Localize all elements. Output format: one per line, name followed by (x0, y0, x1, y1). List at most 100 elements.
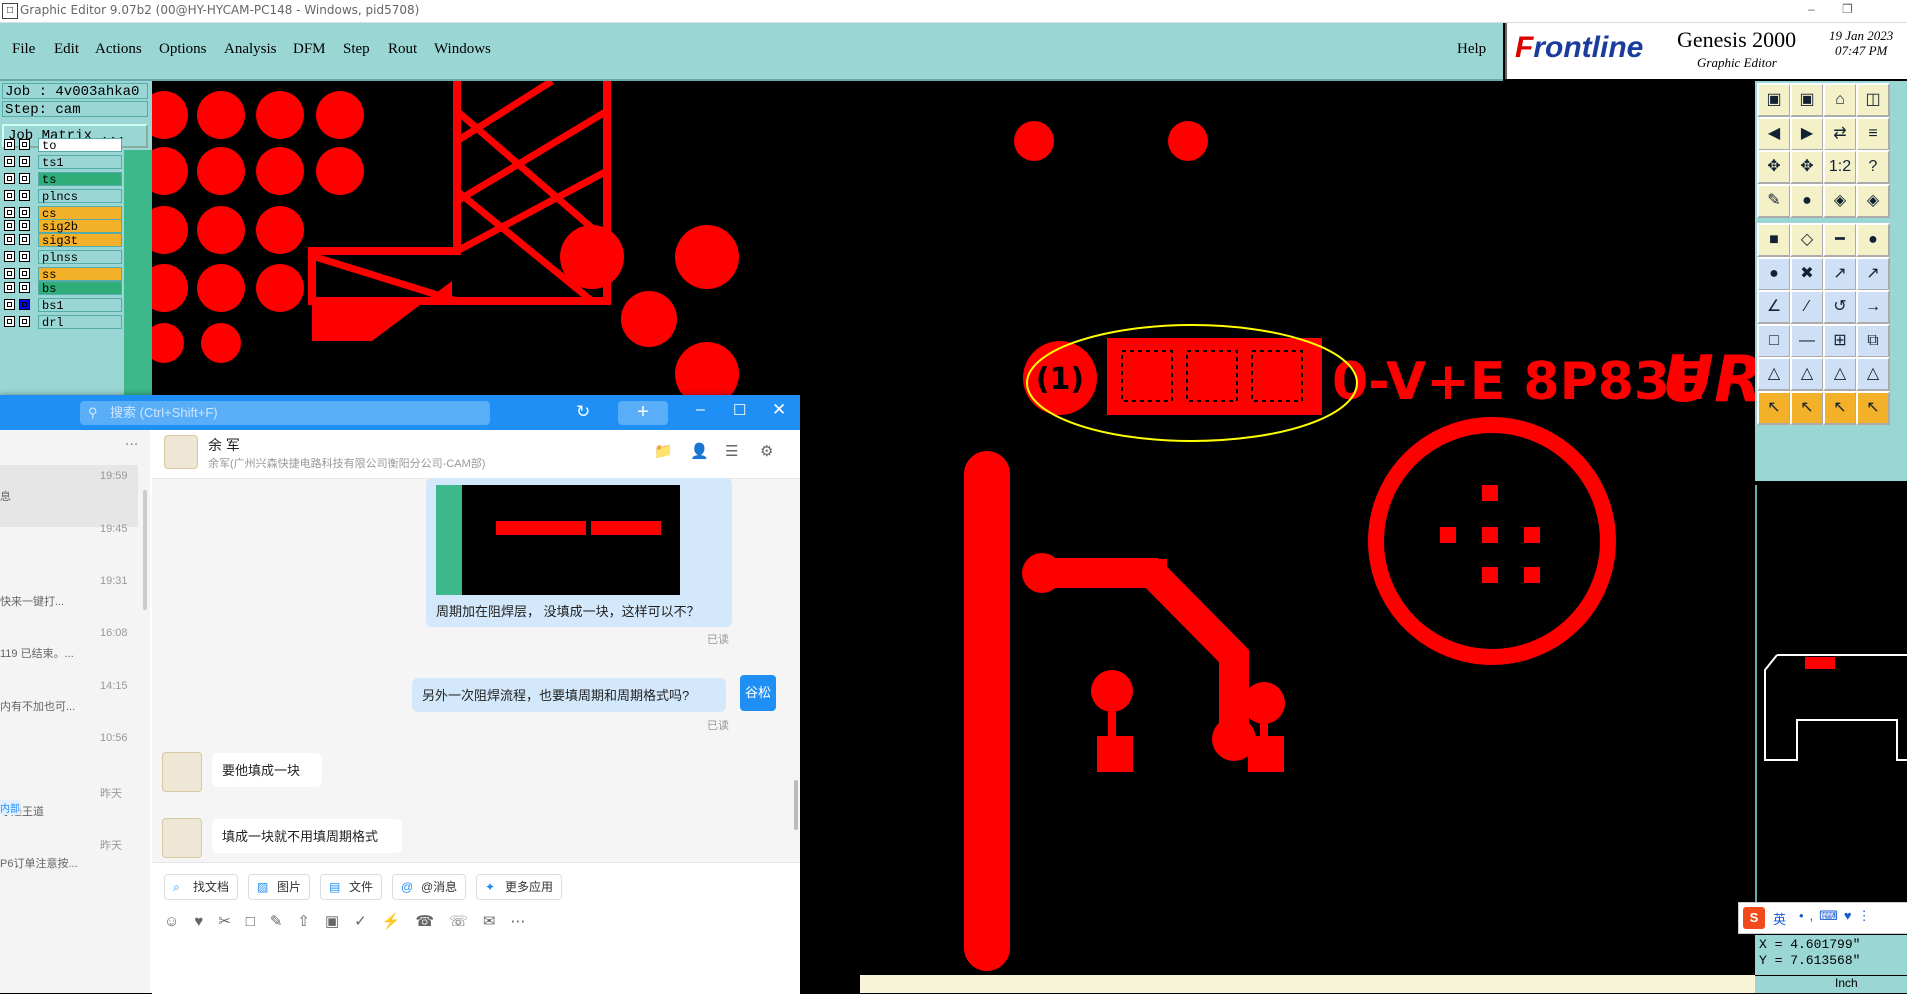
ime-tools-icon[interactable]: •,⌨♥⋮ (1799, 908, 1877, 924)
tool-button-icon[interactable]: □ (1757, 323, 1791, 358)
tool-button-icon[interactable]: ▣ (1757, 83, 1791, 117)
image-button[interactable]: ▨ 图片 (248, 874, 311, 900)
tool-button-icon[interactable]: ✖ (1790, 256, 1824, 291)
layer-name[interactable]: ts1 (38, 155, 122, 170)
layer-display-checkbox[interactable] (19, 316, 30, 327)
layer-row[interactable]: bs1 (4, 297, 122, 313)
more-apps-button[interactable]: ✦ 更多应用 (476, 874, 563, 900)
tool-button-icon[interactable]: ∕ (1790, 290, 1824, 324)
ime-language[interactable]: 英 (1773, 909, 1786, 928)
layer-name[interactable]: drl (38, 315, 122, 330)
find-doc-button[interactable]: ⌕ 找文档 (164, 874, 239, 900)
contact-avatar[interactable] (162, 818, 202, 858)
chat-scrollbar[interactable] (794, 780, 798, 830)
layer-display-checkbox[interactable] (19, 251, 30, 262)
menu-rout[interactable]: Rout (388, 41, 417, 58)
layer-display-checkbox[interactable] (19, 139, 30, 150)
menu-help[interactable]: Help (1457, 41, 1486, 58)
conversation-snippet[interactable]: 内有不加也可... (0, 698, 75, 714)
minimize-button[interactable]: – (1808, 2, 1815, 16)
tool-button-icon[interactable]: ↖ (1757, 390, 1791, 425)
tool-button-icon[interactable]: ◇ (1790, 223, 1824, 257)
layer-name[interactable]: plnss (38, 250, 122, 265)
search-history-icon[interactable]: ☰ (725, 442, 738, 460)
layer-name[interactable]: ts (38, 172, 122, 187)
tool-button-icon[interactable]: ≡ (1856, 116, 1890, 151)
tool-button-icon[interactable]: ↗ (1823, 256, 1857, 291)
tool-button-icon[interactable]: ↖ (1790, 390, 1824, 425)
chat-search-input[interactable]: 搜索 (Ctrl+Shift+F) (80, 401, 490, 425)
layer-display-checkbox[interactable] (19, 299, 30, 310)
layer-row[interactable]: sig3t (4, 232, 122, 248)
tool-button-icon[interactable]: ● (1856, 223, 1890, 257)
layer-display-checkbox[interactable] (19, 207, 30, 218)
tool-button-icon[interactable]: ✎ (1757, 183, 1791, 218)
layer-row[interactable]: plnss (4, 249, 122, 265)
tool-button-icon[interactable]: ⊞ (1823, 323, 1857, 358)
layer-row[interactable]: drl (4, 314, 122, 330)
layer-display-checkbox[interactable] (19, 190, 30, 201)
layer-name[interactable]: ss (38, 267, 122, 282)
layer-name[interactable]: to (38, 138, 122, 153)
tool-button-icon[interactable]: ✥ (1790, 150, 1824, 184)
layer-display-checkbox[interactable] (19, 268, 30, 279)
layer-checkbox[interactable] (4, 251, 15, 262)
my-avatar[interactable]: 谷松 (740, 675, 776, 711)
tool-button-icon[interactable]: ━ (1823, 223, 1857, 257)
layer-checkbox[interactable] (4, 220, 15, 231)
tool-button-icon[interactable]: △ (1790, 357, 1824, 391)
menu-actions[interactable]: Actions (95, 41, 142, 58)
screenshot-thumbnail[interactable] (436, 485, 680, 595)
contact-avatar[interactable] (162, 752, 202, 792)
history-icon[interactable]: ↻ (576, 402, 590, 422)
mention-button[interactable]: @ @消息 (392, 874, 467, 900)
add-member-icon[interactable]: 👤 (690, 442, 709, 460)
layer-row[interactable]: plncs (4, 188, 122, 204)
tool-button-icon[interactable]: ↗ (1856, 256, 1890, 291)
add-button[interactable]: + (618, 401, 668, 425)
overview-map[interactable] (1755, 485, 1907, 905)
layer-name[interactable]: bs (38, 281, 122, 296)
tool-button-icon[interactable]: ✥ (1757, 150, 1791, 184)
conversation-snippet[interactable]: 息 (0, 488, 11, 504)
menu-options[interactable]: Options (159, 41, 207, 58)
layer-row[interactable]: bs (4, 280, 122, 296)
layer-checkbox[interactable] (4, 268, 15, 279)
tool-button-icon[interactable]: ▣ (1790, 83, 1824, 117)
tool-button-icon[interactable]: ? (1856, 150, 1890, 184)
layer-row[interactable]: ts1 (4, 154, 122, 170)
tool-button-icon[interactable]: ⇄ (1823, 116, 1857, 151)
menu-windows[interactable]: Windows (434, 41, 491, 58)
layer-display-checkbox[interactable] (19, 220, 30, 231)
layer-name[interactable]: bs1 (38, 298, 122, 313)
layer-checkbox[interactable] (4, 173, 15, 184)
layer-checkbox[interactable] (4, 139, 15, 150)
layer-checkbox[interactable] (4, 156, 15, 167)
layer-row[interactable]: ts (4, 171, 122, 187)
tool-button-icon[interactable]: ↖ (1856, 390, 1890, 425)
conversation-snippet[interactable]: P6订单注意按... (0, 855, 78, 871)
menu-file[interactable]: File (12, 41, 35, 58)
ime-toolbar[interactable]: S 英 •,⌨♥⋮ (1738, 902, 1907, 934)
layer-checkbox[interactable] (4, 190, 15, 201)
tool-button-icon[interactable]: 1:2 (1823, 150, 1857, 184)
conversation-snippet[interactable]: 快来一键打... (0, 593, 64, 609)
layer-name[interactable]: plncs (38, 189, 122, 204)
file-button[interactable]: ▤ 文件 (320, 874, 383, 900)
tool-button-icon[interactable]: ⧉ (1856, 323, 1890, 358)
close-icon[interactable]: ✕ (772, 400, 786, 420)
tool-button-icon[interactable]: ↖ (1823, 390, 1857, 425)
layer-display-checkbox[interactable] (19, 156, 30, 167)
layer-name[interactable]: sig3t (38, 233, 122, 248)
input-toolbar[interactable]: ☺♥✂□✎⇧▣✓⚡☎☏✉⋯ (164, 912, 540, 930)
tool-button-icon[interactable]: △ (1757, 357, 1791, 391)
tool-button-icon[interactable]: ● (1790, 183, 1824, 218)
tool-button-icon[interactable]: ◀ (1757, 116, 1791, 151)
layer-checkbox[interactable] (4, 207, 15, 218)
maximize-icon[interactable]: ☐ (733, 401, 746, 419)
tool-button-icon[interactable]: ◫ (1856, 83, 1890, 117)
menu-analysis[interactable]: Analysis (224, 41, 277, 58)
settings-gear-icon[interactable]: ⚙ (760, 442, 773, 460)
menu-edit[interactable]: Edit (54, 41, 79, 58)
tool-button-icon[interactable]: ⌂ (1823, 83, 1857, 117)
